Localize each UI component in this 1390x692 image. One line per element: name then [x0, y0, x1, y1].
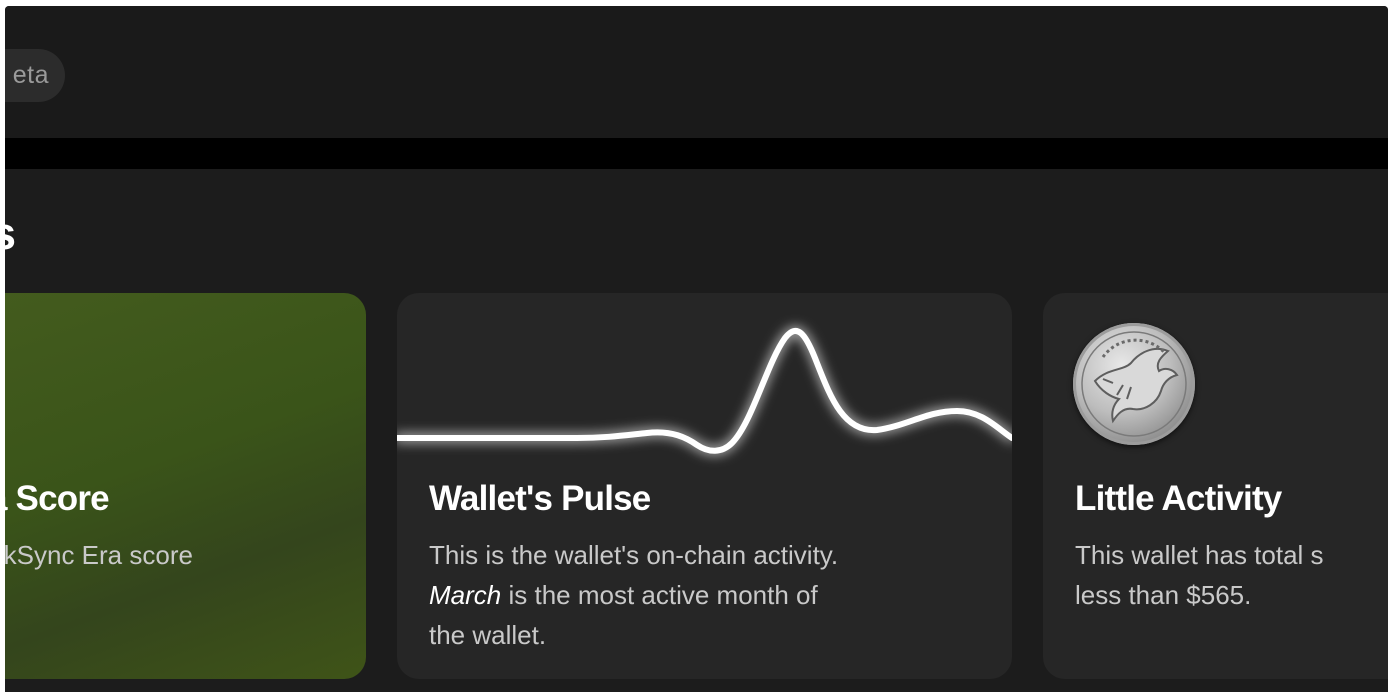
app-frame: eta s c Era Score mis zkSync Era score W… — [5, 6, 1388, 692]
wallet-pulse-line1: This is the wallet's on-chain activity. — [429, 540, 839, 570]
wallet-pulse-card[interactable]: Wallet's Pulse This is the wallet's on-c… — [397, 293, 1012, 679]
wallet-pulse-line3: the wallet. — [429, 620, 547, 650]
era-score-description: mis zkSync Era score — [5, 540, 193, 570]
pulse-line-graphic — [397, 328, 1012, 454]
most-active-month: March — [429, 580, 502, 610]
little-activity-line2: less than $565. — [1075, 580, 1252, 610]
little-activity-title: Little Activity — [1075, 479, 1282, 518]
era-score-card[interactable]: c Era Score mis zkSync Era score — [5, 293, 366, 679]
section-title: s — [5, 206, 16, 262]
era-score-title: c Era Score — [5, 479, 110, 518]
wallet-pulse-line2: March is the most active month of — [429, 575, 838, 615]
little-activity-description: This wallet has total s less than $565. — [1075, 535, 1324, 615]
divider-band — [5, 138, 1388, 169]
wallet-pulse-title: Wallet's Pulse — [429, 479, 651, 518]
wallet-pulse-line2-rest: is the most active month of — [501, 580, 818, 610]
beta-badge: eta — [5, 49, 65, 102]
top-bar: eta — [5, 6, 1388, 138]
little-activity-line1: This wallet has total s — [1075, 540, 1324, 570]
little-activity-card[interactable]: Little Activity This wallet has total s … — [1043, 293, 1388, 679]
coin-icon — [1073, 323, 1195, 445]
wallet-pulse-description: This is the wallet's on-chain activity. … — [429, 535, 838, 655]
